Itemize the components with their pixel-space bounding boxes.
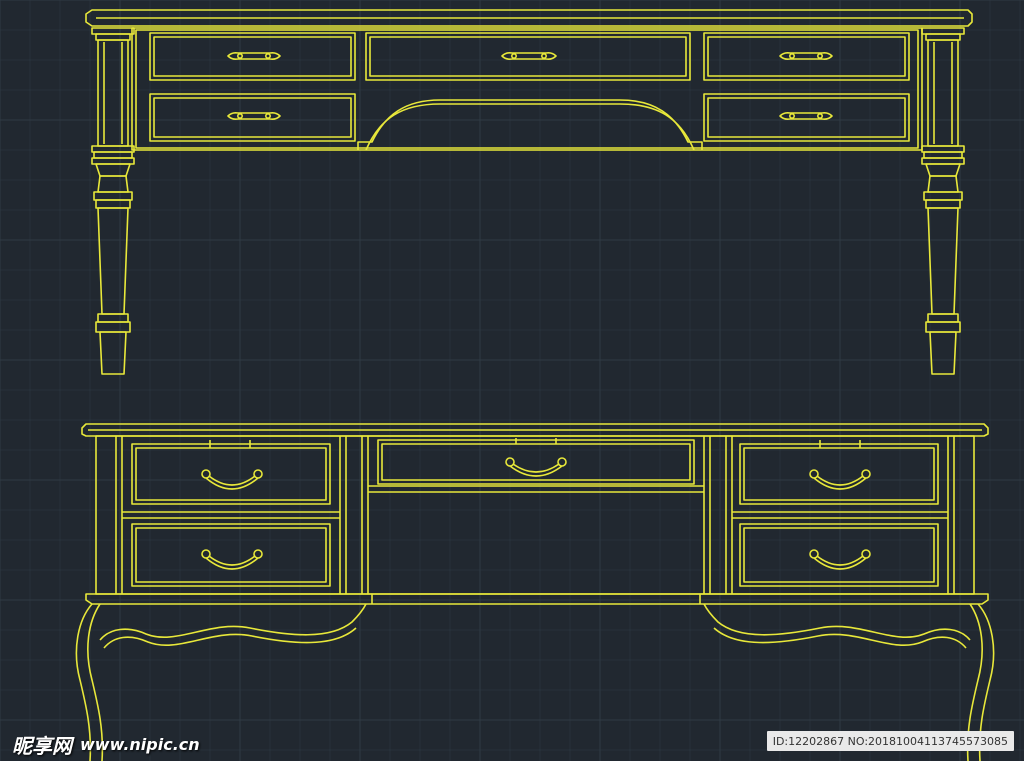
bow-handle-icon [201,549,263,570]
bar-handle-icon [779,52,833,60]
drawer-upper-center [377,438,695,485]
drawer-lower-left [131,523,331,587]
bow-handle-icon [505,457,567,477]
base-moulding [85,593,989,605]
drawer-top-left [149,32,356,81]
bar-handle-icon [779,112,833,120]
drawer-lower-right [739,523,939,587]
apron-frame [131,27,923,151]
image-id-badge: ID:12202867 NO:20181004113745573085 [766,731,1014,751]
bar-handle-icon [227,52,281,60]
turned-leg-right [921,27,965,375]
drawer-mid-left [149,93,356,142]
cad-model-space[interactable]: 昵享网 www.nipic.cn ID:12202867 NO:20181004… [0,0,1024,761]
drawer-top-right [703,32,910,81]
cad-drawing-canvas[interactable] [0,0,1024,761]
carcass-frame [95,435,975,595]
drawer-mid-right [703,93,910,142]
drawer-top-center [365,32,691,81]
bar-handle-icon [227,112,281,120]
site-name: 昵享网 [12,733,72,758]
site-url: www.nipic.cn [80,734,200,754]
image-id-text: ID:12202867 NO:20181004113745573085 [772,734,1008,748]
turned-leg-left [91,27,135,375]
drawer-upper-right [739,440,939,505]
desk-elevation-cabriole-legs [75,423,995,761]
site-watermark: 昵享网 www.nipic.cn [12,732,200,758]
drawer-upper-left [131,440,331,505]
desk-elevation-turned-legs [85,9,973,375]
